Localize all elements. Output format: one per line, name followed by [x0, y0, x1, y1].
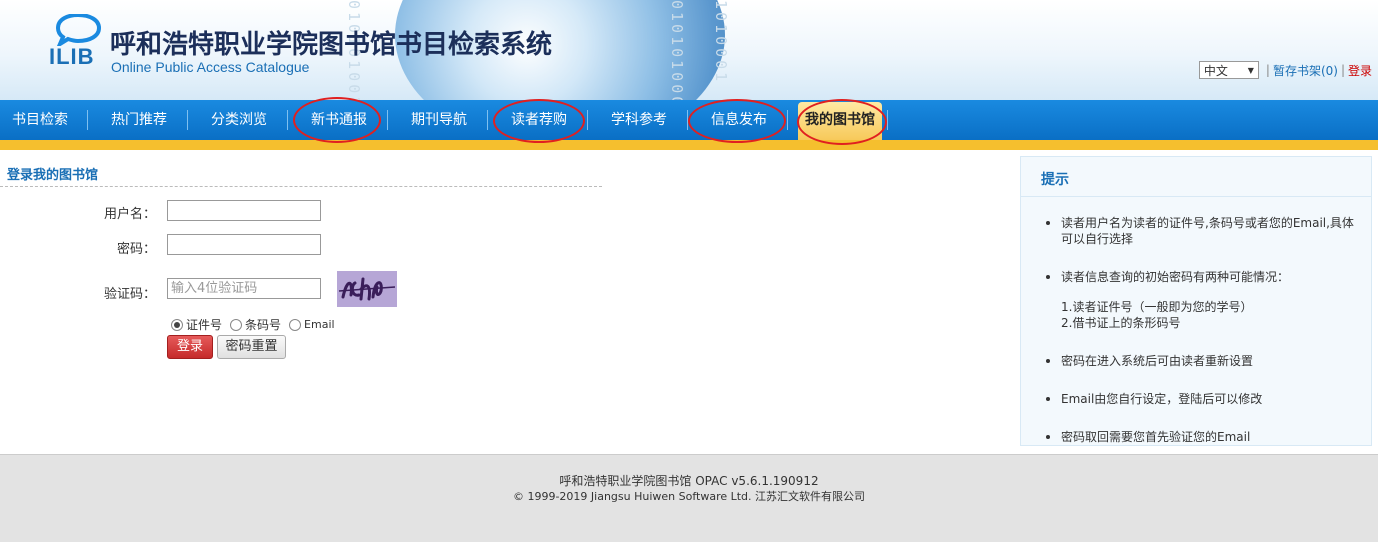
language-select[interactable]: 中文 ▼: [1198, 61, 1259, 79]
footer-version: 呼和浩特职业学院图书馆 OPAC v5.6.1.190912: [559, 474, 819, 488]
login-type-radio-group: 证件号 条码号 Email: [171, 316, 343, 333]
tip-item: Email由您自行设定，登陆后可以修改: [1046, 391, 1361, 407]
tip-item: 密码在进入系统后可由读者重新设置: [1046, 353, 1361, 369]
highlight-circle: [688, 99, 786, 143]
login-section-title: 登录我的图书馆: [7, 168, 99, 183]
tips-panel: 提示 读者用户名为读者的证件号,条码号或者您的Email,具体可以自行选择 读者…: [1020, 156, 1372, 446]
password-input[interactable]: [167, 234, 321, 255]
highlight-circle: [797, 99, 887, 145]
captcha-image[interactable]: [337, 271, 397, 307]
nav-item-category-browse[interactable]: 分类浏览: [211, 100, 267, 140]
chevron-down-icon: ▼: [1247, 65, 1254, 75]
tip-subitem: 2.借书证上的条形码号: [1061, 316, 1181, 330]
nav-item-journals[interactable]: 期刊导航: [411, 100, 467, 140]
captcha-glyphs-icon: [337, 271, 397, 307]
radio-card-number[interactable]: [171, 318, 183, 331]
logo-text: ILIB: [49, 44, 95, 69]
site-footer: 呼和浩特职业学院图书馆 OPAC v5.6.1.190912 © 1999-20…: [0, 454, 1378, 542]
tip-subitem: 1.读者证件号（一般即为您的学号）: [1061, 300, 1253, 314]
captcha-input[interactable]: 输入4位验证码: [167, 278, 321, 299]
site-header: 010101001 0101010001 1010001 ILIB 呼和浩特职业…: [0, 0, 1378, 100]
nav-divider: [587, 110, 588, 130]
tips-title: 提示: [1041, 172, 1069, 188]
nav-item-catalog-search[interactable]: 书目检索: [12, 100, 68, 140]
login-link[interactable]: 登录: [1348, 62, 1372, 79]
speech-bubble-logo-icon: [55, 14, 102, 46]
nav-underline: [0, 140, 1378, 150]
footer-copyright: © 1999-2019 Jiangsu Huiwen Software Ltd.…: [512, 490, 866, 503]
divider: [0, 186, 602, 187]
nav-divider: [287, 110, 288, 130]
nav-divider: [87, 110, 88, 130]
nav-divider: [387, 110, 388, 130]
nav-divider: [487, 110, 488, 130]
nav-item-hot-recommend[interactable]: 热门推荐: [111, 100, 167, 140]
language-select-value: 中文: [1203, 63, 1228, 78]
reset-password-button[interactable]: 密码重置: [217, 335, 286, 359]
tip-item: 密码取回需要您首先验证您的Email: [1046, 429, 1361, 445]
nav-divider: [887, 110, 888, 130]
separator: |: [1265, 63, 1270, 77]
page-title: 呼和浩特职业学院图书馆书目检索系统: [110, 29, 553, 59]
login-button[interactable]: 登录: [167, 335, 213, 359]
password-label: 密码：: [116, 242, 156, 257]
highlight-circle: [493, 99, 585, 143]
radio-label-barcode: 条码号: [245, 318, 282, 332]
separator: |: [1340, 63, 1345, 77]
highlight-circle: [293, 97, 381, 143]
radio-barcode[interactable]: [230, 318, 243, 331]
username-label: 用户名：: [103, 207, 156, 222]
page-subtitle: Online Public Access Catalogue: [111, 59, 310, 75]
captcha-label: 验证码：: [103, 287, 156, 302]
tip-item: 读者用户名为读者的证件号,条码号或者您的Email,具体可以自行选择: [1046, 215, 1361, 247]
radio-label-email: Email: [304, 318, 335, 331]
username-input[interactable]: [167, 200, 321, 221]
divider: [1021, 196, 1371, 197]
binary-decoration: 0101010001: [668, 0, 686, 100]
nav-item-subject-reference[interactable]: 学科参考: [611, 100, 667, 140]
radio-label-card-number: 证件号: [186, 318, 223, 332]
tip-item: 读者信息查询的初始密码有两种可能情况：: [1046, 269, 1361, 285]
nav-divider: [187, 110, 188, 130]
radio-email[interactable]: [289, 318, 302, 331]
bookshelf-link[interactable]: 暂存书架(0): [1273, 62, 1338, 79]
binary-decoration: 1010001: [712, 0, 730, 85]
nav-divider: [787, 110, 788, 130]
header-tools: 中文 ▼ | 暂存书架(0) | 登录: [1198, 61, 1372, 79]
